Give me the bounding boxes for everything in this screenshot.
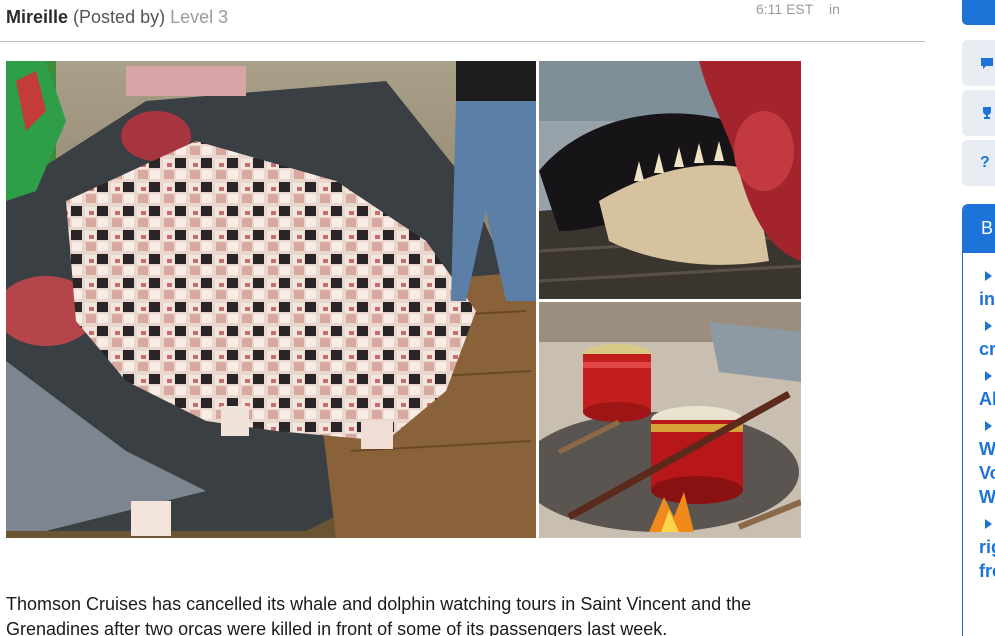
photo-collage[interactable] [6, 61, 801, 538]
sidebar-item[interactable]: cr [979, 321, 995, 361]
user-level: Level 3 [170, 7, 229, 27]
comment-icon[interactable] [962, 40, 995, 86]
article-body: Thomson Cruises has cancelled its whale … [6, 594, 752, 636]
post-time: 6:11 EST [756, 1, 814, 17]
sidebar-panel-title: B [963, 205, 995, 253]
caret-right-icon [985, 519, 992, 529]
whale-meat-photo[interactable] [6, 61, 536, 538]
sidebar-item[interactable]: rig fre [979, 519, 995, 583]
sidebar-item[interactable]: W Vo W [979, 421, 995, 509]
help-icon[interactable]: ? [962, 140, 995, 186]
sidebar-item-label[interactable]: Al [979, 387, 995, 411]
author-line: Mireille (Posted by) Level 3 [6, 6, 228, 28]
sidebar-item-label[interactable]: W Vo W [979, 437, 995, 509]
trophy-icon[interactable] [962, 90, 995, 136]
sidebar-top-button[interactable] [962, 0, 995, 25]
sidebar-item-label[interactable]: cr [979, 337, 995, 361]
caret-right-icon [985, 371, 992, 381]
caret-right-icon [985, 321, 992, 331]
sidebar-list: in cr Al W Vo W rig fre [963, 253, 995, 583]
orca-head-photo[interactable] [539, 61, 801, 299]
sidebar-panel: B in cr Al W Vo W rig fre [962, 204, 995, 636]
category-in-link[interactable]: in [829, 1, 840, 17]
help-glyph: ? [980, 154, 990, 171]
author-name[interactable]: Mireille [6, 7, 68, 27]
sidebar-item[interactable]: Al [979, 371, 995, 411]
sidebar-item-label[interactable]: rig fre [979, 535, 995, 583]
posted-by-label: (Posted by) [73, 7, 166, 27]
caret-right-icon [985, 271, 992, 281]
caret-right-icon [985, 421, 992, 431]
post-timestamp: 6:11 EST in [756, 1, 840, 17]
sidebar-item[interactable]: in [979, 271, 995, 311]
cooking-pots-photo[interactable] [539, 302, 801, 538]
post-header: Mireille (Posted by) Level 3 6:11 EST in [0, 0, 925, 42]
sidebar-item-label[interactable]: in [979, 287, 995, 311]
